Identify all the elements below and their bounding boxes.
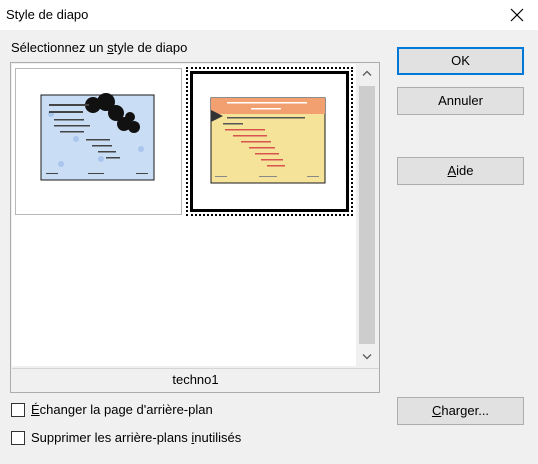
delete-unused-option[interactable]: Supprimer les arrière-plans inutilisés	[11, 430, 241, 445]
selected-thumbnail-frame	[190, 71, 349, 212]
window-title: Style de diapo	[6, 7, 89, 22]
ok-button[interactable]: OK	[397, 47, 524, 75]
load-label: harger...	[441, 403, 490, 418]
exchange-background-label: Échanger la page d'arrière-plan	[31, 402, 213, 417]
load-button[interactable]: Charger...	[397, 397, 524, 425]
delete-label-text-1: Supprimer les arrière-plans	[31, 430, 192, 445]
delete-unused-label: Supprimer les arrière-plans inutilisés	[31, 430, 241, 445]
close-icon	[510, 8, 524, 22]
style-label-text-2: tyle de diapo	[113, 40, 188, 55]
chevron-down-icon	[362, 354, 372, 360]
close-button[interactable]	[506, 4, 528, 26]
style-chooser: techno1	[10, 62, 380, 393]
chevron-up-icon	[362, 70, 372, 76]
help-label: ide	[456, 163, 474, 178]
style-section-label: Sélectionnez un style de diapo	[11, 40, 187, 55]
selected-style-name: techno1	[12, 368, 379, 392]
techno1-slide-preview	[210, 97, 326, 184]
title-bar: Style de diapo	[0, 0, 538, 30]
thumbnail-area	[12, 64, 356, 366]
exchange-background-checkbox[interactable]	[11, 402, 25, 417]
load-accesskey: C	[431, 403, 442, 418]
help-button[interactable]: Aide	[397, 157, 524, 185]
style-label-text-1: Sélectionnez un	[11, 40, 108, 55]
cancel-button[interactable]: Annuler	[397, 87, 524, 115]
techno1-thumbnail[interactable]	[186, 67, 353, 216]
vertical-scrollbar[interactable]	[356, 64, 378, 366]
blue-slide-preview	[40, 93, 155, 181]
exchange-background-option[interactable]: Échanger la page d'arrière-plan	[11, 402, 213, 417]
scroll-down-button[interactable]	[356, 348, 378, 366]
help-accesskey: A	[447, 163, 457, 178]
exchange-accesskey: É	[31, 402, 40, 417]
scroll-up-button[interactable]	[356, 64, 378, 82]
delete-label-text-2: nutilisés	[194, 430, 242, 445]
scroll-thumb[interactable]	[359, 86, 375, 344]
delete-unused-checkbox[interactable]	[11, 430, 25, 445]
blue-style-thumbnail[interactable]	[15, 68, 182, 215]
exchange-label-text: changer la page d'arrière-plan	[39, 402, 213, 417]
